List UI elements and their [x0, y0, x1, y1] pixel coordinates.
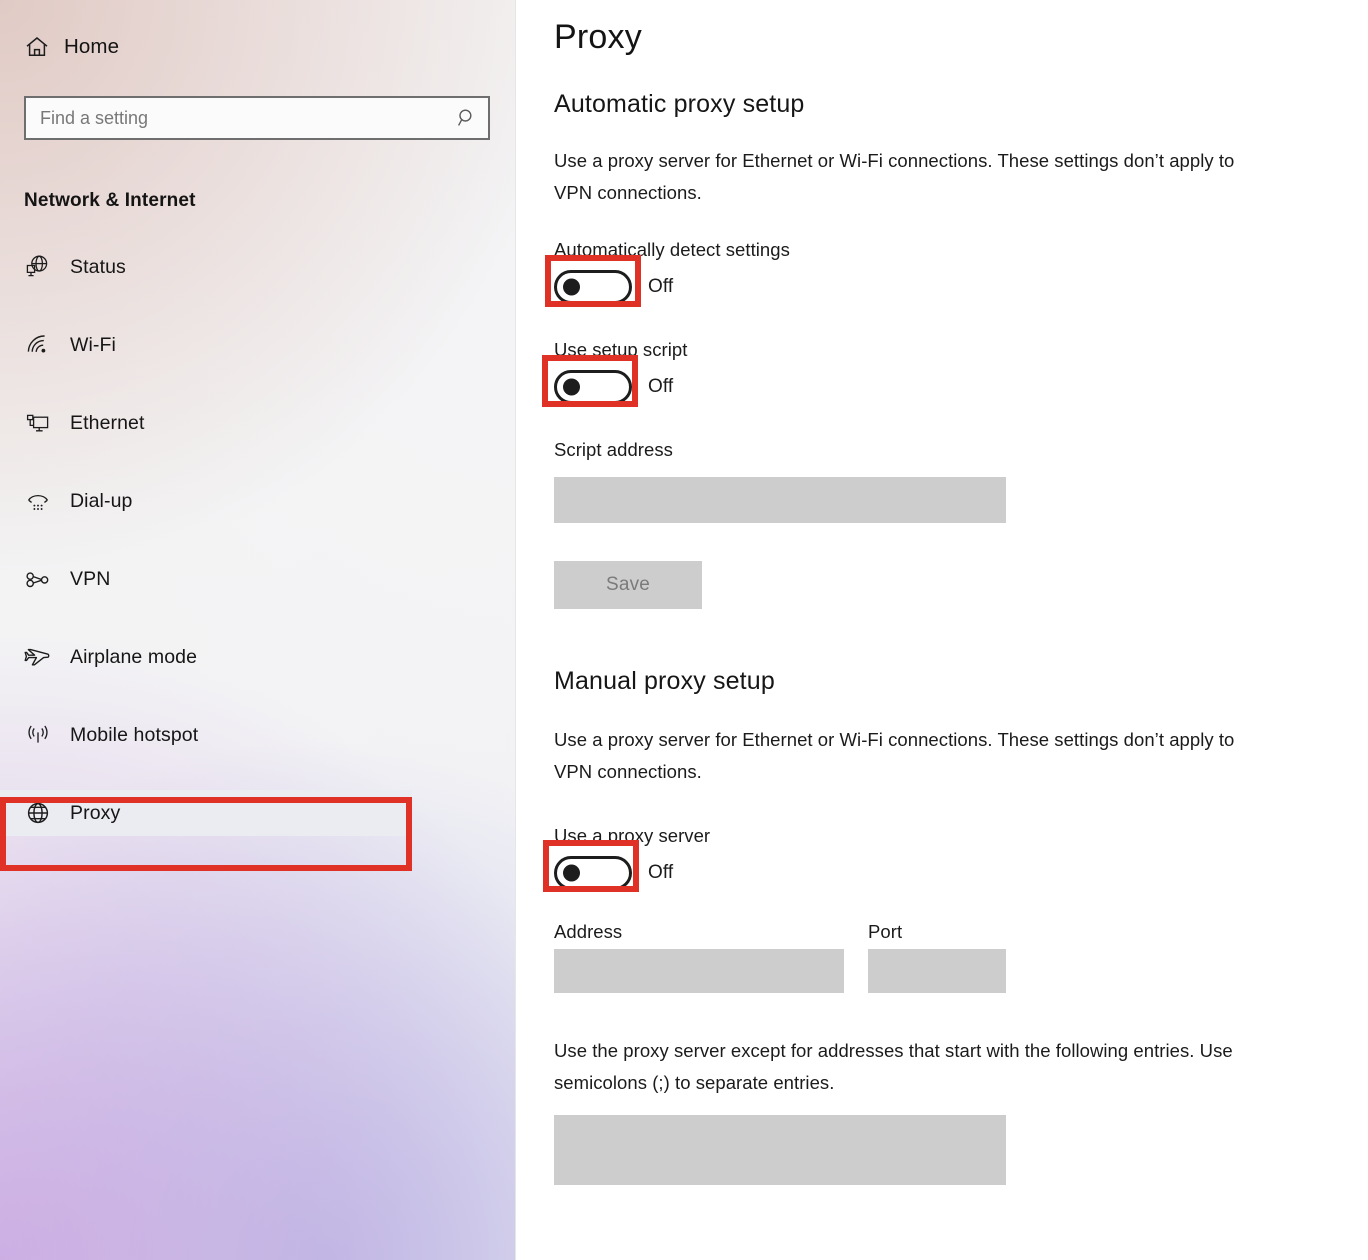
toggle-knob	[563, 278, 580, 296]
sidebar-item-label: Ethernet	[70, 411, 145, 434]
page-title: Proxy	[554, 18, 642, 56]
use-a-proxy-server-row: Off	[543, 840, 1368, 899]
sidebar-item-airplane-mode[interactable]: Airplane mode	[0, 634, 412, 680]
script-address-input[interactable]	[554, 476, 1006, 523]
automatically-detect-settings-row: Off	[545, 254, 1368, 313]
main-content: Proxy Automatic proxy setup Use a proxy …	[516, 0, 1368, 1260]
search-box[interactable]	[24, 96, 490, 140]
search-input[interactable]	[40, 98, 456, 138]
script-address-label: Script address	[554, 438, 673, 460]
sidebar-item-label: Mobile hotspot	[70, 723, 199, 746]
manual-proxy-description: Use a proxy server for Ethernet or Wi-Fi…	[554, 728, 1235, 782]
sidebar-item-label: Dial-up	[70, 489, 133, 512]
toggle-knob	[563, 864, 580, 882]
use-setup-script-label: Use setup script	[554, 338, 688, 360]
sidebar-item-wifi[interactable]: Wi-Fi	[0, 322, 412, 368]
globe-icon	[24, 799, 52, 827]
search-icon[interactable]	[456, 107, 478, 129]
address-input[interactable]	[554, 949, 844, 994]
wifi-icon	[24, 331, 52, 359]
ethernet-monitor-icon	[24, 409, 52, 437]
vpn-key-icon	[24, 565, 52, 593]
address-field-group: Address	[554, 921, 844, 994]
sidebar-item-label: Wi-Fi	[70, 333, 116, 356]
use-setup-script-toggle[interactable]	[554, 369, 632, 404]
save-button[interactable]: Save	[554, 560, 702, 609]
sidebar-item-status[interactable]: Status	[0, 244, 412, 290]
sidebar: Home Network & Internet	[0, 0, 516, 1260]
address-port-row: Address Port	[554, 921, 1368, 994]
proxy-exceptions-description: Use the proxy server except for addresse…	[554, 1040, 1233, 1094]
sidebar-item-label: Status	[70, 255, 126, 278]
sidebar-item-vpn[interactable]: VPN	[0, 556, 412, 602]
automatic-proxy-description: Use a proxy server for Ethernet or Wi-Fi…	[554, 150, 1235, 203]
sidebar-item-label: Proxy	[70, 801, 121, 824]
use-a-proxy-server-label: Use a proxy server	[554, 825, 711, 847]
hotspot-icon	[24, 721, 52, 749]
port-input[interactable]	[868, 949, 1006, 994]
sidebar-nav: Status Wi-Fi Ethernet Dial-up VPN Airpla…	[0, 244, 515, 836]
automatic-proxy-setup-heading: Automatic proxy setup	[554, 90, 805, 119]
use-a-proxy-server-toggle[interactable]	[554, 856, 632, 891]
sidebar-item-ethernet[interactable]: Ethernet	[0, 400, 412, 446]
sidebar-home-label: Home	[64, 35, 120, 58]
sidebar-item-mobile-hotspot[interactable]: Mobile hotspot	[0, 712, 412, 758]
home-icon	[24, 34, 50, 60]
automatically-detect-settings-toggle[interactable]	[554, 269, 632, 304]
port-label: Port	[868, 921, 903, 943]
automatically-detect-settings-state: Off	[648, 275, 674, 297]
manual-proxy-setup-heading: Manual proxy setup	[554, 666, 775, 695]
address-label: Address	[554, 921, 623, 943]
proxy-exceptions-input[interactable]	[554, 1114, 1006, 1185]
port-field-group: Port	[868, 921, 1006, 994]
automatically-detect-settings-label: Automatically detect settings	[554, 238, 790, 260]
sidebar-item-home[interactable]: Home	[0, 24, 470, 70]
globe-monitor-icon	[24, 253, 52, 281]
airplane-icon	[24, 643, 52, 671]
sidebar-item-dialup[interactable]: Dial-up	[0, 478, 412, 524]
sidebar-item-label: VPN	[70, 567, 111, 590]
use-setup-script-row: Off	[542, 354, 1368, 413]
selection-indicator	[0, 799, 4, 827]
sidebar-item-proxy[interactable]: Proxy	[0, 790, 412, 836]
use-a-proxy-server-state: Off	[648, 862, 674, 884]
settings-window: Home Network & Internet	[0, 0, 1368, 1260]
toggle-knob	[563, 378, 580, 396]
dialup-phone-icon	[24, 487, 52, 515]
sidebar-item-label: Airplane mode	[70, 645, 198, 668]
use-setup-script-state: Off	[648, 375, 674, 397]
sidebar-category-title: Network & Internet	[24, 190, 196, 211]
